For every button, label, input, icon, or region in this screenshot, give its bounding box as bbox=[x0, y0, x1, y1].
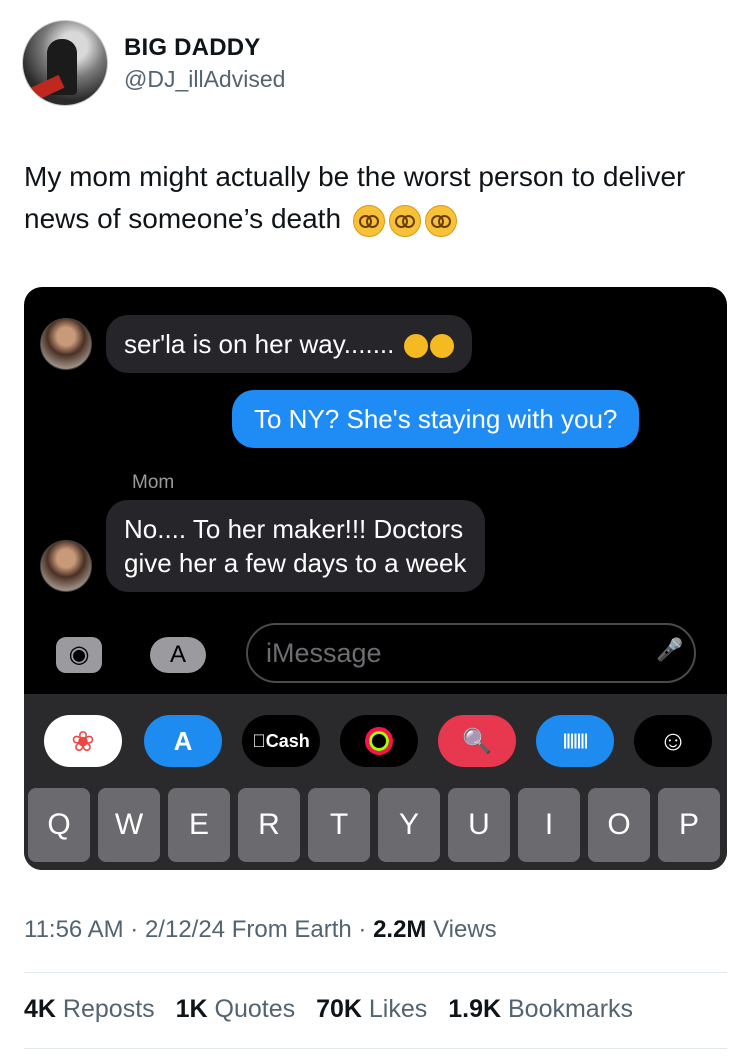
reposts-label: Reposts bbox=[62, 995, 155, 1023]
engagement-stats: 4K Reposts 1K Quotes 70K Likes 1.9K Book… bbox=[24, 995, 647, 1024]
key-u[interactable]: U bbox=[448, 788, 510, 862]
quotes-stat[interactable]: 1K Quotes bbox=[176, 995, 296, 1023]
tweet-date[interactable]: 2/12/24 bbox=[145, 916, 225, 943]
avatar-sign bbox=[29, 74, 65, 102]
incoming-message-row: No.... To her maker!!! Doctors give her … bbox=[40, 500, 485, 592]
views-label: Views bbox=[433, 916, 497, 943]
key-p[interactable]: P bbox=[658, 788, 720, 862]
frowning-face-icon bbox=[403, 334, 428, 359]
key-t[interactable]: T bbox=[308, 788, 370, 862]
key-y[interactable]: Y bbox=[378, 788, 440, 862]
contact-avatar bbox=[40, 318, 92, 370]
contact-avatar bbox=[40, 540, 92, 592]
author-names: BIG DADDY @DJ_illAdvised bbox=[124, 34, 285, 93]
outgoing-message-bubble: To NY? She's staying with you? bbox=[232, 390, 640, 448]
tweet-source: From Earth bbox=[231, 916, 352, 943]
user-handle[interactable]: @DJ_illAdvised bbox=[124, 66, 285, 93]
search-images-icon[interactable]: 🔍 bbox=[438, 715, 516, 767]
message-input[interactable]: iMessage bbox=[246, 623, 696, 683]
dizzy-face-emoji-icon bbox=[388, 204, 421, 237]
key-e[interactable]: E bbox=[168, 788, 230, 862]
incoming-message-row: ser'la is on her way....... bbox=[40, 315, 472, 373]
incoming-message-bubble: No.... To her maker!!! Doctors give her … bbox=[106, 500, 485, 592]
tweet-header: BIG DADDY @DJ_illAdvised bbox=[22, 20, 285, 106]
tweet-text: My mom might actually be the worst perso… bbox=[24, 156, 724, 240]
quotes-label: Quotes bbox=[214, 995, 296, 1023]
app-store-icon[interactable]: A bbox=[144, 715, 222, 767]
microphone-icon[interactable]: 🎤 bbox=[656, 637, 683, 667]
fitness-icon[interactable] bbox=[340, 715, 418, 767]
dizzy-face-emoji-icon bbox=[424, 204, 457, 237]
message-text: ser'la is on her way....... bbox=[124, 329, 395, 359]
apps-tray: ❀ A Cash 🔍 ||||||| ☺ bbox=[24, 694, 727, 780]
key-o[interactable]: O bbox=[588, 788, 650, 862]
dizzy-face-emoji-icon bbox=[352, 204, 385, 237]
audio-message-icon[interactable]: ||||||| bbox=[536, 715, 614, 767]
crying-face-icon bbox=[429, 334, 454, 359]
likes-stat[interactable]: 70K Likes bbox=[316, 995, 427, 1023]
keyboard: Q W E R T Y U I O P bbox=[24, 780, 727, 870]
key-i[interactable]: I bbox=[518, 788, 580, 862]
reposts-stat[interactable]: 4K Reposts bbox=[24, 995, 155, 1023]
apple-cash-button[interactable]: Cash bbox=[242, 715, 320, 767]
likes-count: 70K bbox=[316, 995, 362, 1023]
quotes-count: 1K bbox=[175, 995, 208, 1023]
views-count: 2.2M bbox=[373, 916, 427, 943]
app-store-icon[interactable]: A bbox=[150, 637, 206, 673]
cash-label: Cash bbox=[258, 730, 310, 751]
divider bbox=[24, 1048, 727, 1049]
profile-avatar[interactable] bbox=[22, 20, 108, 106]
tweet-time[interactable]: 11:56 AM bbox=[24, 916, 124, 943]
reposts-count: 4K bbox=[24, 995, 56, 1023]
bookmarks-label: Bookmarks bbox=[508, 995, 634, 1023]
photos-icon[interactable]: ❀ bbox=[44, 715, 122, 767]
camera-icon[interactable]: ◉ bbox=[56, 637, 102, 673]
key-q[interactable]: Q bbox=[28, 788, 90, 862]
tweet-meta: 11:56 AM · 2/12/24 From Earth · 2.2M Vie… bbox=[24, 916, 497, 943]
display-name[interactable]: BIG DADDY bbox=[124, 34, 285, 62]
message-text: To NY? She's staying with you? bbox=[254, 404, 618, 434]
incoming-message-bubble: ser'la is on her way....... bbox=[106, 315, 472, 373]
divider bbox=[24, 972, 727, 973]
memoji-icon[interactable]: ☺ bbox=[634, 715, 712, 767]
message-text-line: give her a few days to a week bbox=[124, 548, 467, 578]
sender-label: Mom bbox=[132, 472, 175, 493]
key-w[interactable]: W bbox=[98, 788, 160, 862]
compose-bar: ◉ A iMessage 🎤 bbox=[24, 617, 727, 687]
imessage-screenshot[interactable]: ser'la is on her way....... To NY? She's… bbox=[24, 287, 727, 870]
bookmarks-stat[interactable]: 1.9K Bookmarks bbox=[448, 995, 633, 1023]
key-r[interactable]: R bbox=[238, 788, 300, 862]
message-text-line: No.... To her maker!!! Doctors bbox=[124, 514, 464, 544]
bookmarks-count: 1.9K bbox=[448, 995, 502, 1023]
likes-label: Likes bbox=[368, 995, 428, 1023]
